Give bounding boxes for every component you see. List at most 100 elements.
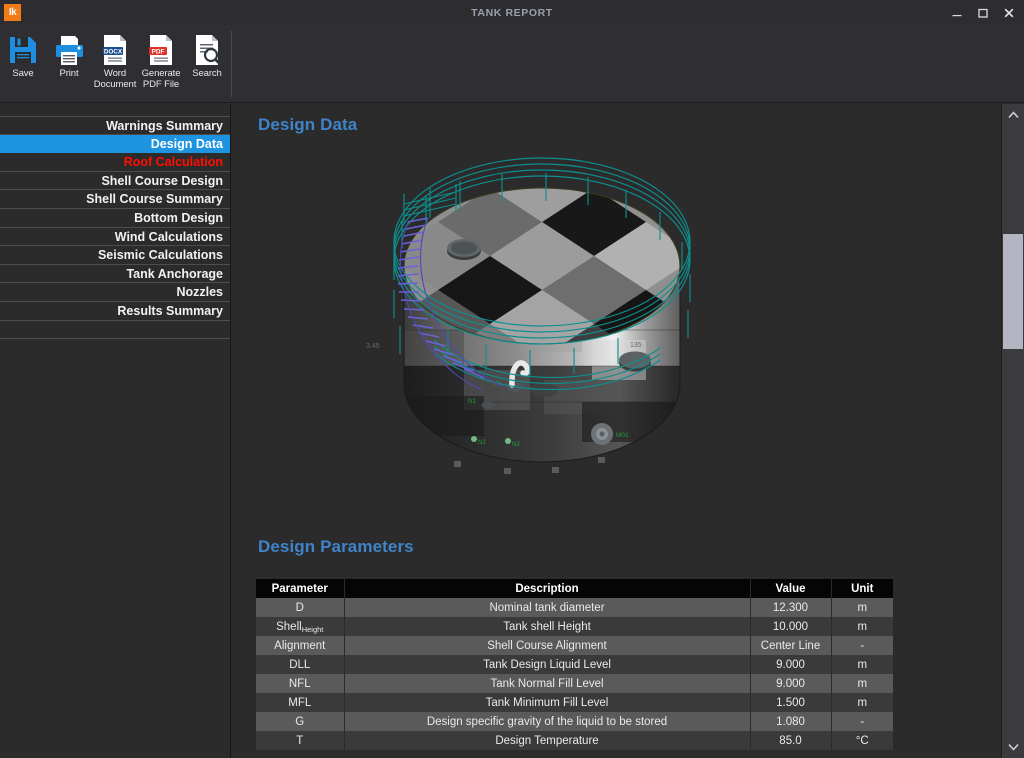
search-label: Search	[192, 68, 222, 79]
tank-3d-view[interactable]: V1 N1 N2 N3 M01 3.45 135	[330, 134, 750, 514]
word-document-button[interactable]: DOCX Word Document	[92, 29, 138, 99]
column-header-parameter: Parameter	[256, 579, 345, 598]
cell-unit: m	[831, 655, 893, 674]
sidebar-item-nozzles[interactable]: Nozzles	[0, 283, 230, 302]
word-document-label-line2: Document	[93, 78, 137, 90]
cell-unit: m	[831, 617, 893, 636]
table-row: Alignment Shell Course Alignment Center Li…	[256, 636, 893, 655]
save-icon	[6, 33, 40, 67]
cell-description: Design specific gravity of the liquid to…	[344, 712, 751, 731]
window-controls	[944, 0, 1022, 25]
cell-parameter: NFL	[256, 674, 345, 693]
design-parameters-table: Parameter Description Value Unit D Nomina…	[256, 579, 893, 750]
toolbar-empty-area	[232, 25, 1024, 103]
cell-value: 9.000	[750, 655, 832, 674]
sidebar: Warnings Summary Design Data Roof Calcul…	[0, 104, 231, 758]
column-header-unit: Unit	[831, 579, 893, 598]
cell-description: Tank Design Liquid Level	[344, 655, 751, 674]
cell-value: 12.300	[750, 598, 832, 617]
generate-pdf-label-line2: PDF File	[142, 78, 180, 90]
table-body: D Nominal tank diameter 12.300 m ShellHeight…	[256, 598, 893, 750]
sidebar-item-tank-anchorage[interactable]: Tank Anchorage	[0, 265, 230, 284]
generate-pdf-button[interactable]: PDF Generate PDF File	[138, 29, 184, 99]
svg-text:3.45: 3.45	[366, 343, 380, 350]
scrollbar-track[interactable]	[1002, 126, 1024, 736]
save-label: Save	[12, 68, 34, 79]
vertical-scrollbar[interactable]	[1001, 104, 1024, 758]
cell-description: Shell Course Alignment	[344, 636, 751, 655]
minimize-button[interactable]	[944, 1, 970, 25]
print-button[interactable]: Print	[46, 29, 92, 99]
sidebar-list-end-divider	[0, 321, 230, 339]
sidebar-item-bottom-design[interactable]: Bottom Design	[0, 209, 230, 228]
svg-text:M01: M01	[616, 432, 629, 439]
cell-parameter: MFL	[256, 693, 345, 712]
print-label: Print	[59, 68, 79, 79]
toolbar: Save Print DOCX Word Document PDF Genera…	[0, 25, 1024, 103]
svg-text:PDF: PDF	[152, 48, 165, 55]
table-row: G Design specific gravity of the liquid t…	[256, 712, 893, 731]
word-document-label-line1: Word	[103, 68, 127, 79]
page-title-design-data: Design Data	[258, 115, 358, 134]
search-button[interactable]: Search	[184, 29, 230, 99]
svg-text:135: 135	[630, 342, 642, 349]
cell-value: 1.500	[750, 693, 832, 712]
title-bar: Ik TANK REPORT	[0, 0, 1024, 25]
table-row: NFL Tank Normal Fill Level 9.000 m	[256, 674, 893, 693]
cell-parameter: G	[256, 712, 345, 731]
table-row: DLL Tank Design Liquid Level 9.000 m	[256, 655, 893, 674]
pdf-file-icon: PDF	[144, 33, 178, 67]
cell-parameter: D	[256, 598, 345, 617]
svg-text:DOCX: DOCX	[104, 48, 123, 55]
window-title: TANK REPORT	[471, 6, 553, 19]
scroll-down-arrow-icon[interactable]	[1002, 736, 1024, 758]
sidebar-item-shell-course-design[interactable]: Shell Course Design	[0, 172, 230, 191]
cell-value: 9.000	[750, 674, 832, 693]
table-row: ShellHeight Tank shell Height 10.000 m	[256, 617, 893, 636]
toolbar-buttons: Save Print DOCX Word Document PDF Genera…	[0, 25, 230, 103]
cell-parameter: T	[256, 731, 345, 750]
cell-unit: m	[831, 598, 893, 617]
maximize-button[interactable]	[970, 1, 996, 25]
cell-value: 85.0	[750, 731, 832, 750]
search-document-icon	[190, 33, 224, 67]
word-document-icon: DOCX	[98, 33, 132, 67]
sidebar-item-results-summary[interactable]: Results Summary	[0, 302, 230, 321]
cell-description: Nominal tank diameter	[344, 598, 751, 617]
cell-unit: -	[831, 636, 893, 655]
column-header-description: Description	[344, 579, 751, 598]
sidebar-item-wind-calculations[interactable]: Wind Calculations	[0, 228, 230, 247]
svg-text:N1: N1	[468, 398, 477, 405]
table-header-row: Parameter Description Value Unit	[256, 579, 893, 598]
cell-description: Tank shell Height	[344, 617, 751, 636]
cell-value: 10.000	[750, 617, 832, 636]
sidebar-nav-list: Warnings Summary Design Data Roof Calcul…	[0, 116, 230, 339]
app-icon: Ik	[4, 4, 21, 21]
section-title-design-parameters: Design Parameters	[258, 537, 414, 556]
sidebar-item-shell-course-summary[interactable]: Shell Course Summary	[0, 190, 230, 209]
cell-description: Tank Minimum Fill Level	[344, 693, 751, 712]
scrollbar-thumb[interactable]	[1003, 234, 1023, 349]
sidebar-item-warnings-summary[interactable]: Warnings Summary	[0, 116, 230, 135]
svg-text:N3: N3	[512, 442, 520, 448]
cell-unit: -	[831, 712, 893, 731]
column-header-value: Value	[750, 579, 832, 598]
scroll-up-arrow-icon[interactable]	[1002, 104, 1024, 126]
cell-parameter: Alignment	[256, 636, 345, 655]
cell-parameter: DLL	[256, 655, 345, 674]
table-row: T Design Temperature 85.0 °C	[256, 731, 893, 750]
table-row: MFL Tank Minimum Fill Level 1.500 m	[256, 693, 893, 712]
cell-unit: m	[831, 674, 893, 693]
sidebar-item-roof-calculation[interactable]: Roof Calculation	[0, 153, 230, 172]
cell-description: Tank Normal Fill Level	[344, 674, 751, 693]
sidebar-item-seismic-calculations[interactable]: Seismic Calculations	[0, 246, 230, 265]
svg-text:N2: N2	[478, 440, 486, 446]
sidebar-item-design-data[interactable]: Design Data	[0, 134, 230, 154]
close-button[interactable]	[996, 1, 1022, 25]
report-content: Design Data V1 N1 N2 N3 M01 3.45 135 Des…	[233, 104, 1001, 758]
save-button[interactable]: Save	[0, 29, 46, 99]
generate-pdf-label-line1: Generate	[141, 68, 181, 79]
table-row: D Nominal tank diameter 12.300 m	[256, 598, 893, 617]
cell-parameter: ShellHeight	[256, 617, 345, 636]
printer-icon	[52, 33, 86, 67]
